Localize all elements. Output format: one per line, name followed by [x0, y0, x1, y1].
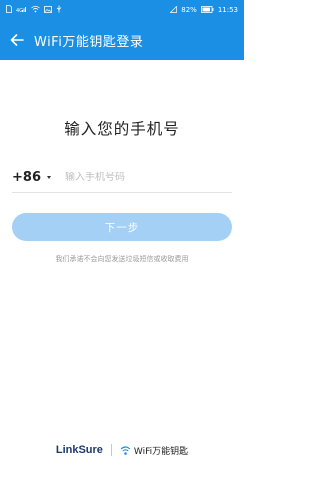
- signal-icon: 4G: [16, 5, 27, 15]
- image-notification-icon: [44, 5, 52, 15]
- sim-icon: [6, 5, 12, 15]
- back-button[interactable]: [0, 20, 34, 60]
- battery-icon: [200, 5, 214, 15]
- wifi-key-logo-icon: [120, 445, 131, 455]
- wifi-brand-text: WiFi万能钥匙: [133, 446, 189, 457]
- arrow-left-icon: [10, 34, 24, 46]
- country-code-selector[interactable]: +86: [12, 170, 41, 185]
- wifi-status-icon: [31, 5, 40, 15]
- caret-down-icon[interactable]: [46, 176, 51, 179]
- clock: 11:53: [217, 6, 238, 14]
- phone-field-row: +86: [12, 163, 232, 193]
- wifi-brand: WiFi万能钥匙: [120, 444, 188, 457]
- status-bar: 4G 82% 11:53: [0, 0, 244, 20]
- status-left: 4G: [6, 5, 62, 15]
- wifi-signal-icon: [169, 5, 178, 15]
- brand-divider: [110, 444, 112, 456]
- footer-branding: LinkSure WiFi万能钥匙: [0, 440, 244, 460]
- usb-icon: [56, 5, 62, 15]
- page-title: WiFi万能钥匙登录: [34, 34, 144, 50]
- linksure-logo: LinkSure: [55, 444, 103, 456]
- disclaimer-text: 我们承诺不会向您发送垃圾短信或收取费用: [55, 255, 189, 263]
- phone-heading: 输入您的手机号: [64, 120, 180, 138]
- next-button[interactable]: 下一步: [12, 213, 232, 241]
- app-bar: WiFi万能钥匙登录: [0, 20, 244, 60]
- status-right: 82% 11:53: [169, 5, 238, 15]
- battery-percent: 82%: [181, 6, 197, 14]
- phone-input[interactable]: [64, 172, 232, 183]
